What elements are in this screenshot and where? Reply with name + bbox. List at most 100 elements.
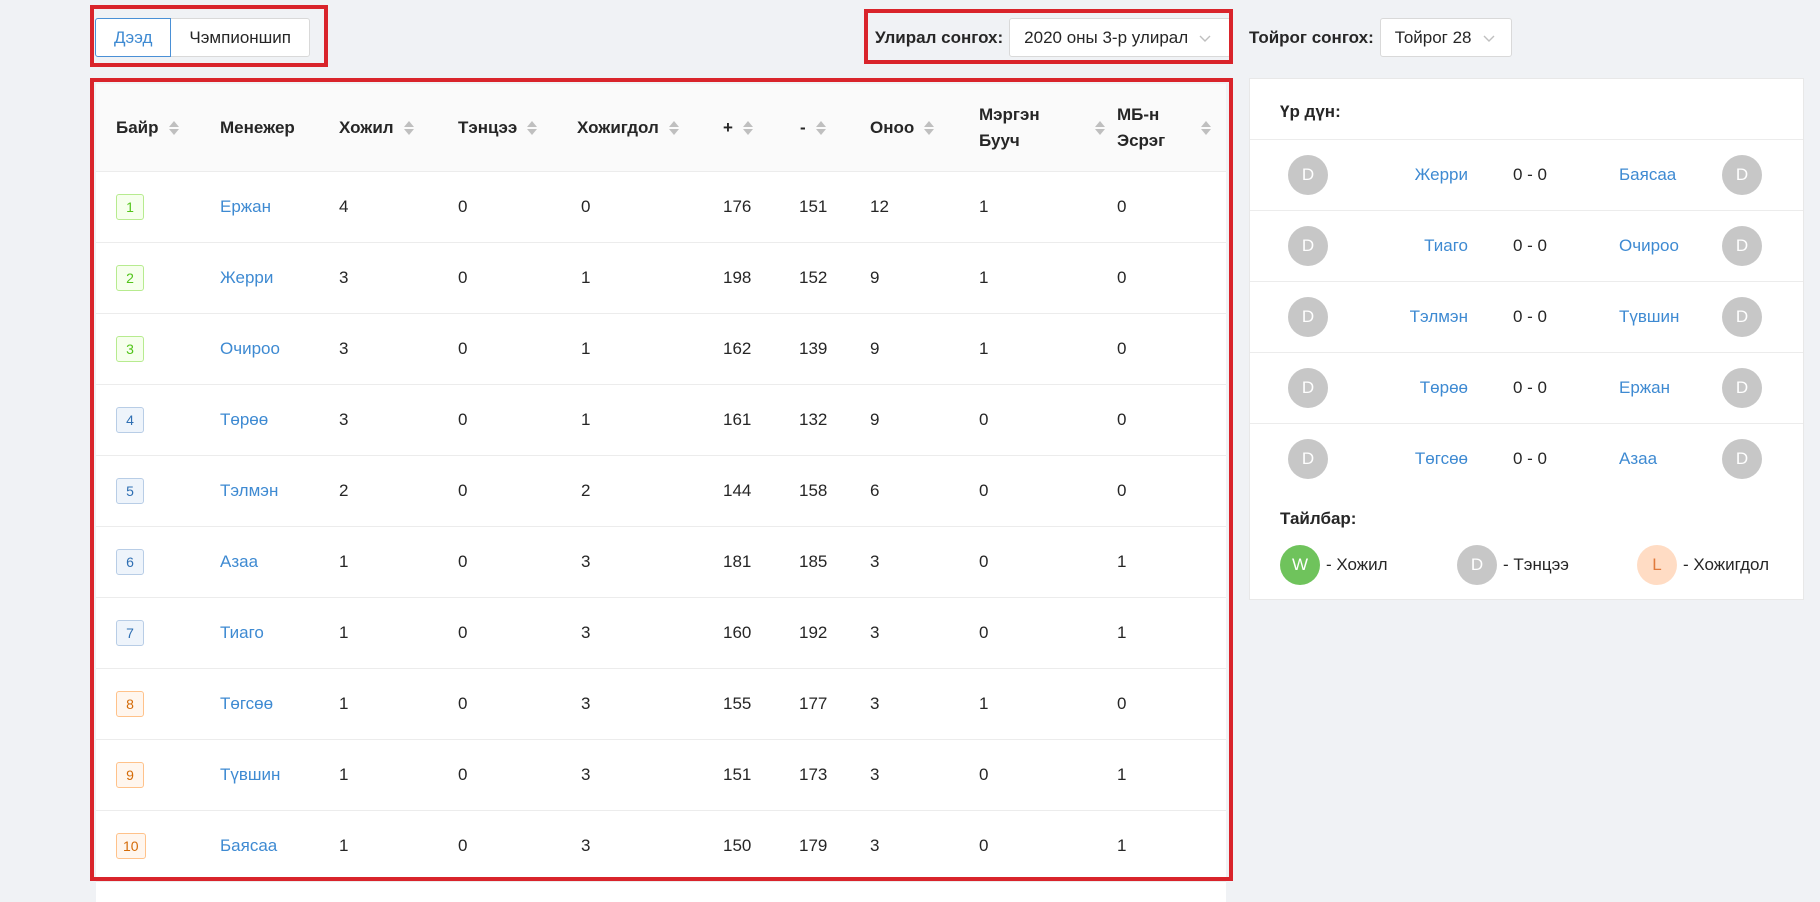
manager-link[interactable]: Очироо xyxy=(220,314,280,384)
sort-icon[interactable] xyxy=(668,121,679,135)
mb-cell: 0 xyxy=(1117,268,1127,287)
home-team-link[interactable]: Төгсөө xyxy=(1415,424,1468,494)
col-header-won[interactable]: Хожил xyxy=(339,84,414,172)
col-header-points[interactable]: Оноо xyxy=(870,84,935,172)
minus-cell: 139 xyxy=(799,339,828,358)
plus-cell: 144 xyxy=(723,481,752,500)
tab-top[interactable]: Дээд xyxy=(95,18,172,57)
away-avatar-icon: D xyxy=(1722,297,1762,337)
home-avatar-icon: D xyxy=(1288,368,1328,408)
home-team-link[interactable]: Жерри xyxy=(1415,140,1468,210)
draw-cell: 0 xyxy=(458,552,468,571)
season-selector: Улирал сонгох: 2020 оны 3-р улирал xyxy=(875,18,1232,57)
season-value: 2020 оны 3-р улирал xyxy=(1024,27,1189,47)
home-team-link[interactable]: Тэлмэн xyxy=(1410,282,1468,352)
lost-cell: 3 xyxy=(581,623,591,642)
away-team-link[interactable]: Ержан xyxy=(1619,353,1670,423)
points-cell: 9 xyxy=(870,268,880,287)
round-value: Тойрог 28 xyxy=(1394,27,1472,47)
manager-link[interactable]: Ержан xyxy=(220,172,271,242)
col-header-mb[interactable]: МБ-н Эсрэг xyxy=(1117,84,1211,172)
col-header-minus[interactable]: - xyxy=(800,84,826,172)
away-team-link[interactable]: Түвшин xyxy=(1619,282,1679,352)
manager-link[interactable]: Жерри xyxy=(220,243,273,313)
match-row: D Тэлмэн 0 - 0 Түвшин D xyxy=(1250,281,1803,352)
table-row: 8 Төгсөө 1 0 3 155 177 3 1 0 xyxy=(96,669,1226,740)
lost-cell: 2 xyxy=(581,481,591,500)
table-row: 9 Түвшин 1 0 3 151 173 3 0 1 xyxy=(96,740,1226,811)
won-cell: 3 xyxy=(339,339,349,358)
col-header-manager: Менежер xyxy=(220,118,295,137)
points-cell: 9 xyxy=(870,339,880,358)
rank-cell: 7 xyxy=(116,598,144,668)
draw-cell: 0 xyxy=(458,694,468,713)
mb-cell: 0 xyxy=(1117,481,1127,500)
col-header-rank[interactable]: Байр xyxy=(116,84,179,172)
plus-cell: 151 xyxy=(723,765,752,784)
manager-link[interactable]: Түвшин xyxy=(220,740,280,810)
mb-cell: 0 xyxy=(1117,410,1127,429)
season-label: Улирал сонгох: xyxy=(875,27,1004,47)
match-score: 0 - 0 xyxy=(1512,236,1548,255)
sort-icon[interactable] xyxy=(527,121,538,135)
won-cell: 1 xyxy=(339,836,349,855)
rank-badge: 8 xyxy=(116,691,144,717)
match-score: 0 - 0 xyxy=(1512,165,1548,184)
home-team-link[interactable]: Төрөө xyxy=(1420,353,1468,423)
draw-cell: 0 xyxy=(458,197,468,216)
plus-cell: 150 xyxy=(723,836,752,855)
away-team-link[interactable]: Баясаа xyxy=(1619,140,1676,210)
chevron-down-icon xyxy=(1199,35,1211,42)
match-score: 0 - 0 xyxy=(1512,378,1548,397)
home-team-link[interactable]: Тиаго xyxy=(1424,211,1468,281)
mergen-cell: 1 xyxy=(979,197,989,216)
lost-cell: 3 xyxy=(581,694,591,713)
tab-championship[interactable]: Чэмпионшип xyxy=(170,18,310,57)
col-header-draw[interactable]: Тэнцээ xyxy=(458,84,538,172)
manager-link[interactable]: Азаа xyxy=(220,527,258,597)
table-row: 6 Азаа 1 0 3 181 185 3 0 1 xyxy=(96,527,1226,598)
sort-icon[interactable] xyxy=(168,121,179,135)
mb-cell: 1 xyxy=(1117,623,1127,642)
manager-link[interactable]: Тиаго xyxy=(220,598,264,668)
season-select[interactable]: 2020 оны 3-р улирал xyxy=(1009,18,1232,57)
plus-cell: 155 xyxy=(723,694,752,713)
rank-cell: 8 xyxy=(116,669,144,739)
away-avatar-icon: D xyxy=(1722,226,1762,266)
col-header-lost[interactable]: Хожигдол xyxy=(577,84,679,172)
rank-cell: 1 xyxy=(116,172,144,242)
manager-link[interactable]: Тэлмэн xyxy=(220,456,278,526)
away-team-link[interactable]: Азаа xyxy=(1619,424,1657,494)
sort-icon[interactable] xyxy=(815,121,826,135)
plus-cell: 198 xyxy=(723,268,752,287)
sort-icon[interactable] xyxy=(403,121,414,135)
minus-cell: 177 xyxy=(799,694,828,713)
mb-cell: 0 xyxy=(1117,339,1127,358)
minus-cell: 173 xyxy=(799,765,828,784)
sort-icon[interactable] xyxy=(924,121,935,135)
minus-cell: 179 xyxy=(799,836,828,855)
col-header-plus[interactable]: + xyxy=(723,84,753,172)
mergen-cell: 0 xyxy=(979,481,989,500)
manager-link[interactable]: Төрөө xyxy=(220,385,268,455)
home-avatar-icon: D xyxy=(1288,226,1328,266)
sort-icon[interactable] xyxy=(1201,121,1211,135)
rank-badge: 1 xyxy=(116,194,144,220)
rank-cell: 9 xyxy=(116,740,144,810)
lost-cell: 1 xyxy=(581,339,591,358)
sort-icon[interactable] xyxy=(742,121,753,135)
points-cell: 6 xyxy=(870,481,880,500)
col-header-mergen[interactable]: Мэргэн Бууч xyxy=(979,84,1105,172)
lost-cell: 3 xyxy=(581,552,591,571)
away-team-link[interactable]: Очироо xyxy=(1619,211,1679,281)
manager-link[interactable]: Баясаа xyxy=(220,811,277,881)
mb-cell: 0 xyxy=(1117,694,1127,713)
sort-icon[interactable] xyxy=(1095,121,1105,135)
mb-cell: 1 xyxy=(1117,836,1127,855)
rank-cell: 5 xyxy=(116,456,144,526)
manager-link[interactable]: Төгсөө xyxy=(220,669,273,739)
minus-cell: 151 xyxy=(799,197,828,216)
minus-cell: 132 xyxy=(799,410,828,429)
rank-badge: 6 xyxy=(116,549,144,575)
round-select[interactable]: Тойрог 28 xyxy=(1379,18,1512,57)
